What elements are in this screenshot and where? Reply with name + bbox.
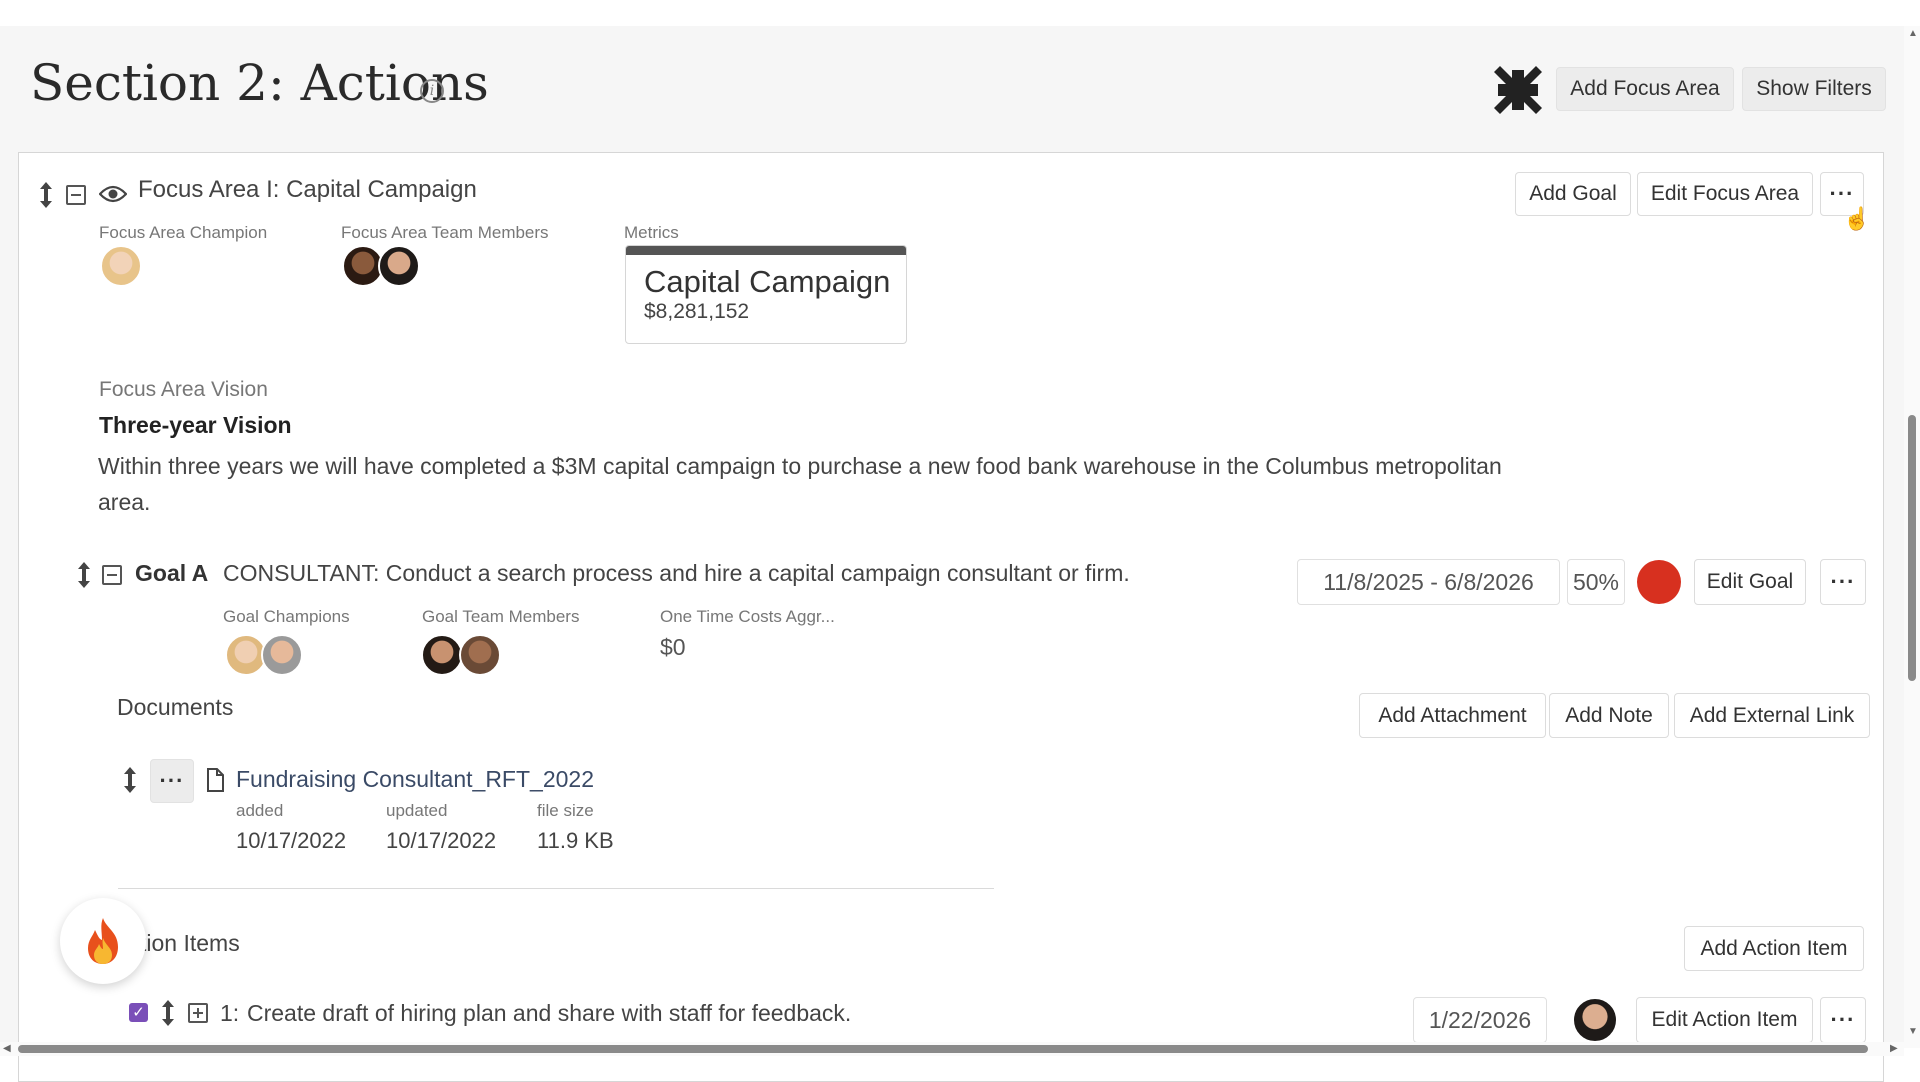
document-size-label: file size [537, 801, 594, 820]
eye-icon[interactable] [98, 182, 128, 206]
avatar [421, 634, 463, 676]
avatar [378, 245, 420, 287]
avatar [100, 245, 142, 287]
focus-area-champion-label: Focus Area Champion [99, 223, 268, 242]
goal-status-indicator[interactable] [1637, 560, 1681, 604]
show-filters-button[interactable]: Show Filters [1742, 67, 1886, 111]
move-icon[interactable] [74, 560, 94, 590]
focus-area-vision-label: Focus Area Vision [99, 378, 268, 401]
goal-date-range[interactable]: 11/8/2025 - 6/8/2026 [1297, 559, 1560, 605]
scroll-right-arrow-icon[interactable]: ▶ [1890, 1043, 1898, 1054]
action-item-number: 1: [220, 1000, 240, 1026]
document-updated-label: updated [386, 801, 448, 820]
add-action-item-button[interactable]: Add Action Item [1684, 926, 1864, 971]
document-more-button[interactable]: ··· [150, 759, 194, 803]
vision-text: Within three years we will have complete… [98, 453, 1502, 515]
add-attachment-button[interactable]: Add Attachment [1359, 693, 1546, 738]
mouse-cursor-icon: ☝ [1843, 206, 1871, 231]
avatar [459, 634, 501, 676]
checkbox-icon[interactable]: ✓ [129, 1003, 148, 1022]
add-focus-area-button[interactable]: Add Focus Area [1556, 67, 1734, 111]
action-item-text: Create draft of hiring plan and share wi… [247, 1000, 852, 1026]
metric-card-bar [626, 246, 906, 255]
document-added-value: 10/17/2022 [236, 828, 347, 853]
goal-costs-value: $0 [660, 634, 686, 660]
collapse-icon[interactable] [66, 185, 86, 205]
goal-champions-label: Goal Champions [223, 607, 350, 626]
document-icon [204, 767, 226, 793]
action-item-more-button[interactable]: ··· [1820, 997, 1866, 1043]
collapse-icon[interactable] [102, 565, 122, 585]
metric-value: $8,281,152 [644, 300, 750, 323]
vertical-scrollbar-thumb[interactable] [1908, 415, 1916, 681]
scroll-down-arrow-icon[interactable]: ▼ [1908, 1026, 1918, 1037]
horizontal-scrollbar-thumb[interactable] [18, 1045, 1868, 1053]
goal-progress[interactable]: 50% [1567, 559, 1625, 605]
edit-goal-button[interactable]: Edit Goal [1694, 559, 1806, 605]
goal-costs-label: One Time Costs Aggr... [660, 607, 835, 626]
metric-title: Capital Campaign [644, 264, 891, 299]
goal-text: CONSULTANT: Conduct a search process and… [223, 560, 1130, 586]
move-icon[interactable] [120, 765, 140, 795]
avatar [261, 634, 303, 676]
document-added-label: added [236, 801, 284, 820]
add-goal-button[interactable]: Add Goal [1515, 172, 1631, 216]
compress-icon[interactable] [1492, 64, 1544, 116]
divider [118, 888, 994, 889]
move-icon[interactable] [36, 180, 56, 210]
edit-action-item-button[interactable]: Edit Action Item [1636, 997, 1813, 1043]
goal-label: Goal A [135, 560, 209, 586]
focus-area-title: Focus Area I: Capital Campaign [138, 176, 477, 203]
document-updated-value: 10/17/2022 [386, 828, 497, 853]
vision-heading: Three-year Vision [99, 412, 292, 438]
action-item-date[interactable]: 1/22/2026 [1413, 997, 1547, 1043]
scroll-up-arrow-icon[interactable]: ▲ [1908, 28, 1918, 39]
top-strip [0, 0, 1920, 26]
add-note-button[interactable]: Add Note [1549, 693, 1669, 738]
goal-team-label: Goal Team Members [422, 607, 580, 626]
scroll-left-arrow-icon[interactable]: ◀ [3, 1043, 11, 1054]
avatar [1572, 997, 1618, 1043]
document-name[interactable]: Fundraising Consultant_RFT_2022 [236, 766, 594, 793]
fire-icon[interactable] [60, 898, 146, 984]
document-size-value: 11.9 KB [537, 828, 614, 853]
move-icon[interactable] [158, 998, 178, 1028]
metric-card[interactable]: Capital Campaign $8,281,152 [625, 245, 907, 344]
action-items-heading: tion Items [140, 930, 240, 956]
add-external-link-button[interactable]: Add External Link [1674, 693, 1870, 738]
documents-heading: Documents [117, 694, 234, 720]
metrics-label: Metrics [624, 223, 679, 242]
info-icon[interactable]: i [420, 79, 444, 103]
goal-more-button[interactable]: ··· [1820, 559, 1866, 605]
focus-area-team-label: Focus Area Team Members [341, 223, 549, 242]
expand-icon[interactable] [188, 1003, 208, 1023]
page-title: Section 2: Actions [30, 54, 489, 112]
edit-focus-area-button[interactable]: Edit Focus Area [1637, 172, 1813, 216]
